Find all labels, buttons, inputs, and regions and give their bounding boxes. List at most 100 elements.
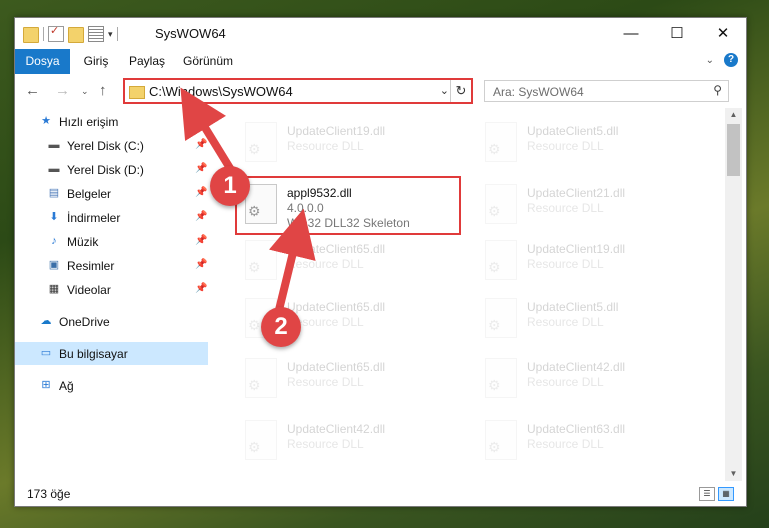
- file-name: UpdateClient63.dll: [527, 422, 626, 436]
- view-options-icon[interactable]: [88, 26, 104, 42]
- cloud-icon: ☁: [40, 315, 52, 327]
- file-item[interactable]: ⚙ UpdateClient19.dll Resource DLL: [235, 114, 465, 172]
- tab-giris[interactable]: Giriş: [73, 49, 119, 74]
- step-badge-2: 2: [261, 307, 301, 347]
- downloads-icon: ⬇: [49, 211, 59, 223]
- dll-file-icon: ⚙: [485, 420, 517, 460]
- file-item[interactable]: ⚙ UpdateClient5.dll Resource DLL: [475, 290, 705, 348]
- scroll-down-arrow-icon[interactable]: ▼: [725, 467, 742, 481]
- file-item[interactable]: ⚙ UpdateClient21.dll Resource DLL: [475, 176, 705, 234]
- close-button[interactable]: ✕: [700, 18, 746, 49]
- nav-item-downloads[interactable]: ⬇ İndirmeler 📌: [15, 206, 208, 229]
- nav-network[interactable]: ⊞ Ağ: [15, 374, 208, 397]
- address-path[interactable]: C:\Windows\SysWOW64: [149, 84, 293, 99]
- search-input[interactable]: [491, 84, 695, 100]
- nav-label: Videolar: [67, 283, 111, 297]
- file-item[interactable]: ⚙ UpdateClient65.dll Resource DLL: [235, 232, 465, 290]
- nav-item-videos[interactable]: ▦ Videolar 📌: [15, 278, 208, 301]
- nav-item-local-disk-c[interactable]: ▬ Yerel Disk (C:) 📌: [15, 134, 208, 157]
- file-description: Resource DLL: [287, 139, 364, 153]
- up-arrow-icon[interactable]: ↑: [99, 82, 107, 99]
- file-name: UpdateClient42.dll: [287, 422, 386, 436]
- minimize-button[interactable]: —: [608, 18, 654, 49]
- scroll-thumb[interactable]: [727, 124, 740, 176]
- drive-icon: ▬: [48, 139, 60, 151]
- navigation-pane: ★ Hızlı erişim ▬ Yerel Disk (C:) 📌 ▬ Yer…: [15, 108, 208, 481]
- nav-onedrive[interactable]: ☁ OneDrive: [15, 310, 208, 333]
- nav-quick-access[interactable]: ★ Hızlı erişim: [15, 110, 208, 133]
- nav-item-documents[interactable]: ▤ Belgeler 📌: [15, 182, 208, 205]
- file-description: Resource DLL: [527, 375, 604, 389]
- file-description: Resource DLL: [287, 375, 364, 389]
- toolbar-separator: [116, 27, 118, 41]
- file-item[interactable]: ⚙ UpdateClient19.dll Resource DLL: [475, 232, 705, 290]
- search-box[interactable]: ⚲: [484, 80, 729, 102]
- refresh-icon[interactable]: ↻: [450, 80, 471, 102]
- help-icon[interactable]: ?: [724, 53, 738, 67]
- file-name: UpdateClient5.dll: [527, 124, 619, 138]
- file-description: Resource DLL: [287, 437, 364, 451]
- nav-this-pc[interactable]: ▭ Bu bilgisayar: [15, 342, 208, 365]
- nav-label: Yerel Disk (C:): [67, 139, 144, 153]
- expand-ribbon-chevron-icon[interactable]: ⌄: [706, 55, 714, 66]
- back-arrow-icon[interactable]: ←: [25, 82, 40, 99]
- dll-file-icon: ⚙: [245, 420, 277, 460]
- toolbar-separator: [43, 27, 44, 41]
- folder-icon: [23, 27, 39, 43]
- star-icon: ★: [41, 115, 51, 127]
- address-row: ← → ⌄ ↑ C:\Windows\SysWOW64 ⌄ ↻ ⚲: [15, 74, 746, 108]
- address-bar[interactable]: C:\Windows\SysWOW64 ⌄ ↻: [123, 78, 473, 104]
- maximize-button[interactable]: ☐: [654, 18, 700, 49]
- file-description: Resource DLL: [527, 257, 604, 271]
- properties-check-icon[interactable]: [48, 24, 64, 42]
- pin-icon: 📌: [195, 139, 208, 150]
- nav-label: OneDrive: [59, 315, 110, 329]
- new-folder-icon[interactable]: [68, 27, 84, 43]
- address-dropdown-chevron-icon[interactable]: ⌄: [440, 84, 449, 97]
- documents-icon: ▤: [48, 187, 60, 199]
- file-description: Resource DLL: [527, 437, 604, 451]
- file-item[interactable]: ⚙ UpdateClient42.dll Resource DLL: [475, 350, 705, 408]
- status-bar: 173 öğe ☰ ▦: [15, 481, 746, 506]
- music-icon: ♪: [51, 235, 57, 247]
- nav-label: İndirmeler: [67, 211, 121, 225]
- quick-access-toolbar: ▾: [23, 24, 118, 43]
- file-name: UpdateClient19.dll: [287, 124, 386, 138]
- ribbon-tabs: Dosya Giriş Paylaş Görünüm ⌄ ?: [15, 49, 746, 107]
- nav-label: Yerel Disk (D:): [67, 163, 144, 177]
- scroll-up-arrow-icon[interactable]: ▲: [725, 108, 742, 122]
- file-name: UpdateClient65.dll: [287, 242, 386, 256]
- nav-item-pictures[interactable]: ▣ Resimler 📌: [15, 254, 208, 277]
- file-item[interactable]: ⚙ UpdateClient5.dll Resource DLL: [475, 114, 705, 172]
- dll-file-icon: ⚙: [485, 122, 517, 162]
- highlight-box: [235, 176, 461, 235]
- tab-paylas[interactable]: Paylaş: [121, 49, 173, 74]
- search-icon[interactable]: ⚲: [713, 83, 722, 97]
- dll-file-icon: ⚙: [245, 240, 277, 280]
- nav-label: Hızlı erişim: [59, 115, 119, 129]
- tiles-view-icon[interactable]: ▦: [718, 487, 734, 501]
- dll-file-icon: ⚙: [485, 240, 517, 280]
- file-item[interactable]: ⚙ UpdateClient65.dll Resource DLL: [235, 350, 465, 408]
- file-list: ⚙ UpdateClient19.dll Resource DLL ⚙ Upda…: [225, 108, 725, 481]
- file-description: Resource DLL: [287, 257, 364, 271]
- file-description: Resource DLL: [527, 201, 604, 215]
- pin-icon: 📌: [195, 187, 208, 198]
- details-view-icon[interactable]: ☰: [699, 487, 715, 501]
- dll-file-icon: ⚙: [485, 298, 517, 338]
- nav-label: Müzik: [67, 235, 99, 249]
- recent-locations-chevron-icon[interactable]: ⌄: [81, 86, 89, 97]
- nav-item-music[interactable]: ♪ Müzik 📌: [15, 230, 208, 253]
- forward-arrow-icon[interactable]: →: [55, 82, 70, 99]
- vertical-scrollbar[interactable]: ▲ ▼: [725, 108, 742, 481]
- file-description: Resource DLL: [527, 139, 604, 153]
- file-item[interactable]: ⚙ UpdateClient63.dll Resource DLL: [475, 412, 705, 470]
- pictures-icon: ▣: [48, 259, 60, 271]
- file-item[interactable]: ⚙ UpdateClient42.dll Resource DLL: [235, 412, 465, 470]
- dll-file-icon: ⚙: [485, 358, 517, 398]
- step-badge-1: 1: [210, 166, 250, 206]
- customize-toolbar-chevron-icon[interactable]: ▾: [108, 29, 113, 40]
- tab-gorunum[interactable]: Görünüm: [175, 49, 241, 74]
- nav-item-local-disk-d[interactable]: ▬ Yerel Disk (D:) 📌: [15, 158, 208, 181]
- drive-icon: ▬: [48, 163, 60, 175]
